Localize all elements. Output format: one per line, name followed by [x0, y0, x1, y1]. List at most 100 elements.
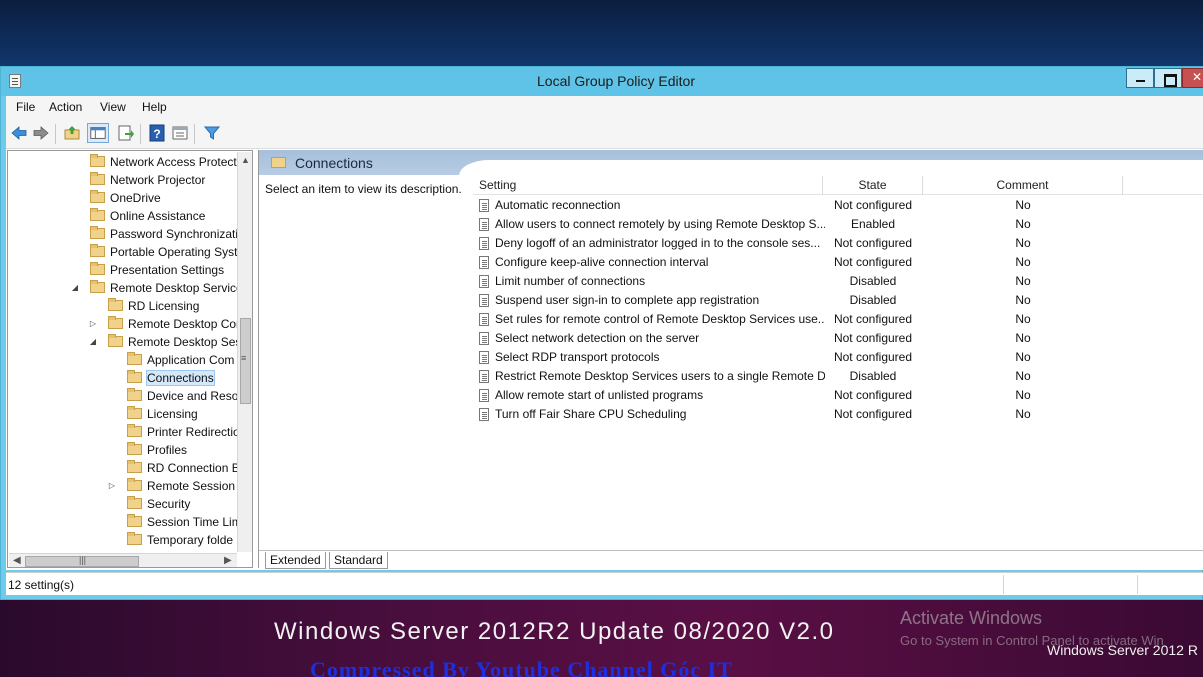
setting-row[interactable]: Restrict Remote Desktop Services users t…: [473, 367, 1203, 386]
menu-action[interactable]: Action: [49, 100, 82, 114]
scroll-up-icon[interactable]: ▲: [241, 155, 250, 165]
maximize-button[interactable]: [1154, 68, 1182, 88]
tree-item[interactable]: RD Licensing: [108, 297, 199, 315]
setting-row[interactable]: Turn off Fair Share CPU Scheduling Not co…: [473, 405, 1203, 424]
tree-item[interactable]: Printer Redirectio: [127, 423, 240, 441]
tab-standard[interactable]: Standard: [329, 552, 388, 569]
collapsed-arrow-icon[interactable]: ▷: [107, 477, 117, 495]
toolbar: ?: [6, 118, 1203, 149]
folder-icon: [127, 478, 142, 491]
setting-row[interactable]: Allow users to connect remotely by using…: [473, 215, 1203, 234]
settings-list-header: Setting State Comment: [473, 176, 1203, 195]
tree-item[interactable]: ▷ Remote Session E: [109, 477, 247, 495]
tree-item[interactable]: Password Synchronizatio: [90, 225, 245, 243]
folder-icon: [271, 157, 286, 168]
setting-row[interactable]: Set rules for remote control of Remote D…: [473, 310, 1203, 329]
setting-name: Deny logoff of an administrator logged i…: [495, 236, 821, 250]
collapsed-arrow-icon[interactable]: ▷: [88, 315, 98, 333]
setting-row[interactable]: Automatic reconnection Not configured No: [473, 196, 1203, 215]
policy-setting-icon: [479, 370, 489, 383]
folder-icon: [90, 208, 105, 221]
setting-row[interactable]: Select RDP transport protocols Not config…: [473, 348, 1203, 367]
tree-item[interactable]: Network Access Protecti: [90, 153, 239, 171]
minimize-button[interactable]: [1126, 68, 1154, 88]
setting-row[interactable]: Limit number of connections Disabled No: [473, 272, 1203, 291]
setting-row[interactable]: Configure keep-alive connection interval…: [473, 253, 1203, 272]
tree-item[interactable]: ▷ Remote Desktop Con: [90, 315, 243, 333]
menu-file[interactable]: File: [16, 100, 35, 114]
tree-item[interactable]: Portable Operating Syste: [90, 243, 244, 261]
tree-item[interactable]: Temporary folde: [127, 531, 233, 549]
tree-item[interactable]: OneDrive: [90, 189, 161, 207]
tree-item[interactable]: Security: [127, 495, 190, 513]
setting-comment: No: [1015, 236, 1031, 250]
back-arrow-icon[interactable]: [10, 124, 28, 142]
folder-icon: [108, 298, 123, 311]
filter-icon[interactable]: [203, 124, 221, 142]
tree-item-label: Online Assistance: [110, 209, 206, 223]
tab-extended[interactable]: Extended: [265, 552, 326, 569]
column-header-state[interactable]: State: [823, 176, 923, 195]
tree-horizontal-scrollbar[interactable]: ◀ ||| ▶: [9, 553, 237, 567]
tree-item[interactable]: Licensing: [127, 405, 198, 423]
expanded-arrow-icon[interactable]: ◢: [70, 279, 80, 297]
menu-help[interactable]: Help: [142, 100, 167, 114]
column-header-setting[interactable]: Setting: [473, 176, 823, 195]
setting-row[interactable]: Allow remote start of unlisted programs N…: [473, 386, 1203, 405]
tree-item-label: RD Connection B: [147, 461, 240, 475]
tree-item[interactable]: Online Assistance: [90, 207, 205, 225]
tree-item[interactable]: Network Projector: [90, 171, 205, 189]
policy-setting-icon: [479, 313, 489, 326]
setting-state: Not configured: [833, 198, 913, 212]
details-header: Connections: [259, 150, 1203, 176]
tree-item[interactable]: Connections: [127, 369, 215, 387]
folder-icon: [108, 316, 123, 329]
tree-item[interactable]: Device and Resou: [127, 387, 245, 405]
server-version-label: Windows Server 2012 R: [1047, 642, 1198, 658]
console-tree-icon[interactable]: [87, 123, 109, 143]
export-list-icon[interactable]: [117, 124, 135, 142]
folder-icon: [90, 226, 105, 239]
close-button[interactable]: ✕: [1182, 68, 1203, 88]
setting-row[interactable]: Suspend user sign-in to complete app reg…: [473, 291, 1203, 310]
video-caption: Windows Server 2012R2 Update 08/2020 V2.…: [274, 618, 835, 645]
tree-item-label: Security: [147, 497, 191, 511]
status-bar: 12 setting(s): [6, 572, 1203, 595]
menu-view[interactable]: View: [100, 100, 126, 114]
setting-state: Not configured: [833, 236, 913, 250]
setting-name: Limit number of connections: [495, 274, 646, 288]
tree-item[interactable]: Session Time Lim: [127, 513, 242, 531]
setting-comment: No: [1015, 369, 1031, 383]
folder-up-icon[interactable]: [63, 124, 81, 142]
properties-icon[interactable]: [171, 124, 189, 142]
expanded-arrow-icon[interactable]: ◢: [88, 333, 98, 351]
policy-setting-icon: [479, 408, 489, 421]
forward-arrow-icon[interactable]: [32, 124, 50, 142]
tree-item-label: Remote Desktop Sess: [128, 335, 248, 349]
policy-setting-icon: [479, 218, 489, 231]
help-icon[interactable]: ?: [148, 124, 166, 142]
tree-item[interactable]: ◢ Remote Desktop Service: [72, 279, 243, 297]
tree-item-label: Remote Session E: [147, 479, 247, 493]
status-text: 12 setting(s): [8, 578, 75, 592]
scroll-right-icon[interactable]: ▶: [224, 555, 232, 566]
tree-item-label: Remote Desktop Service: [110, 281, 243, 295]
scroll-left-icon[interactable]: ◀: [13, 555, 21, 566]
title-bar[interactable]: Local Group Policy Editor ✕: [1, 67, 1203, 96]
setting-name: Configure keep-alive connection interval: [495, 255, 709, 269]
tree-item[interactable]: ◢ Remote Desktop Sess: [90, 333, 248, 351]
setting-name: Select network detection on the server: [495, 331, 700, 345]
tree-item[interactable]: Profiles: [127, 441, 187, 459]
tree-item[interactable]: Presentation Settings: [90, 261, 224, 279]
setting-row[interactable]: Select network detection on the server No…: [473, 329, 1203, 348]
column-header-comment[interactable]: Comment: [923, 176, 1123, 195]
setting-comment: No: [1015, 255, 1031, 269]
tree-item[interactable]: Application Com: [127, 351, 234, 369]
tree-vertical-scrollbar[interactable]: ▲ ≡: [237, 152, 252, 552]
folder-icon: [90, 280, 105, 293]
tree-item-label: Password Synchronizatio: [110, 227, 245, 241]
tree-item[interactable]: RD Connection B: [127, 459, 240, 477]
setting-name: Select RDP transport protocols: [495, 350, 660, 364]
setting-comment: No: [1015, 217, 1031, 231]
setting-row[interactable]: Deny logoff of an administrator logged i…: [473, 234, 1203, 253]
